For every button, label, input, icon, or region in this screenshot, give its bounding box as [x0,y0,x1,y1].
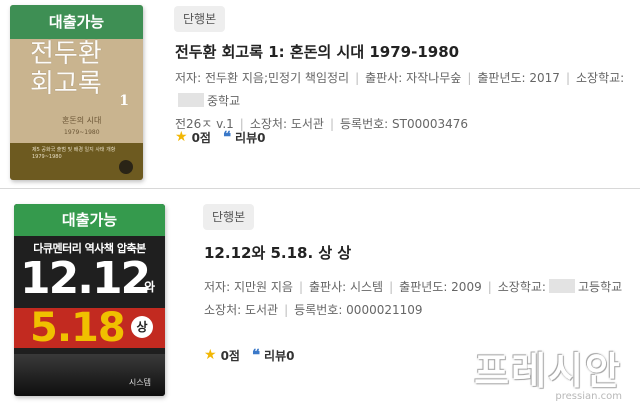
book-cover-image[interactable]: 대출가능 다큐멘터리 역사책 압축본 12.12 와 5.18 상 시스템 [14,204,165,396]
review-count[interactable]: 리뷰0 [235,129,265,146]
cover-conjunction: 와 [143,280,155,294]
metadata-line: 소장처: 도서관 | 등록번호: 0000021109 [204,299,634,322]
quote-icon: ❝ [222,128,232,146]
rating-value: 0점 [191,130,211,145]
location-text: 소장처: 도서관 [204,303,279,317]
separator: | [389,280,394,294]
year-text: 출판년도: 2009 [399,280,482,294]
book-stats: ★ 0점 ❝ 리뷰0 [204,346,294,364]
separator: | [284,303,289,317]
book-metadata: 저자: 지만원 지음 | 출판사: 시스템 | 출판년도: 2009 | 소장학교: 고등학교… [204,276,634,322]
author-text: 저자: 전두환 지음;민정기 책임정리 [175,71,350,85]
cover-title: 12.12 [20,253,151,304]
redacted-school-mask [548,279,575,293]
cover-blurb: 제5 공화국 출범 및 배경 일지 사태 개항 1979~1980 [32,147,116,160]
availability-ribbon: 대출가능 [14,204,165,236]
item-divider [0,188,640,189]
cover-volume-badge: 상 [131,316,153,338]
watermark-text: 프레시안 [474,349,622,393]
cover-photo [14,354,165,396]
watermark-logo: 프레시안 pressian.com [474,340,622,402]
school-label: 소장학교: [497,280,546,294]
separator: | [355,71,360,85]
cover-title-line: 전두환 [30,39,102,69]
cover-title: 전두환 회고록 [30,39,130,99]
book-stats: ★ 0점 ❝ 리뷰0 [175,128,265,146]
school-suffix: 고등학교 [577,280,623,294]
format-tag: 단행본 [174,6,226,32]
quote-icon: ❝ [251,346,261,364]
cover-subtitle: 5.18 [30,305,126,351]
metadata-line: 저자: 지만원 지음 | 출판사: 시스템 | 출판년도: 2009 | 소장학교: 고등학교 [204,276,634,299]
reg-number-text: 등록번호: 0000021109 [294,303,423,317]
format-tag: 단행본 [203,204,255,230]
cover-volume: 1 [119,93,129,109]
separator: | [298,280,303,294]
separator: | [565,71,570,85]
book-title-link[interactable]: 전두환 회고록 1: 혼돈의 시대 1979-1980 [175,41,459,62]
separator: | [329,117,334,131]
cover-title-line: 회고록 [30,69,102,99]
availability-ribbon: 대출가능 [10,5,143,39]
rating-value: 0점 [220,348,240,363]
author-text: 저자: 지만원 지음 [204,280,293,294]
publisher-text: 출판사: 자작나무숲 [365,71,462,85]
separator: | [487,280,492,294]
school-label: 소장학교: [575,71,625,85]
star-icon: ★ [175,129,188,145]
book-title-link[interactable]: 12.12와 5.18. 상 상 [204,242,351,263]
school-suffix: 중학교 [207,94,241,108]
book-list-item[interactable]: 대출가능 전두환 회고록 1 혼돈의 시대 1979~1980 제5 공화국 출… [0,0,640,189]
redacted-school-mask [178,93,204,107]
book-metadata: 저자: 전두환 지음;민정기 책임정리 | 출판사: 자작나무숲 | 출판년도: 201… [175,67,635,136]
publisher-text: 출판사: 시스템 [309,280,384,294]
book-cover-image[interactable]: 대출가능 전두환 회고록 1 혼돈의 시대 1979~1980 제5 공화국 출… [10,5,143,180]
cover-subtitle: 혼돈의 시대 [62,116,102,125]
star-icon: ★ [204,347,217,363]
publisher-logo-icon [119,160,133,174]
review-count[interactable]: 리뷰0 [264,347,294,364]
reg-number-text: 등록번호: ST00003476 [340,117,469,131]
separator: | [467,71,472,85]
cover-publisher: 시스템 [128,378,151,387]
year-text: 출판년도: 2017 [477,71,560,85]
metadata-line: 저자: 전두환 지음;민정기 책임정리 | 출판사: 자작나무숲 | 출판년도: 201… [175,67,635,113]
cover-years: 1979~1980 [64,129,100,136]
